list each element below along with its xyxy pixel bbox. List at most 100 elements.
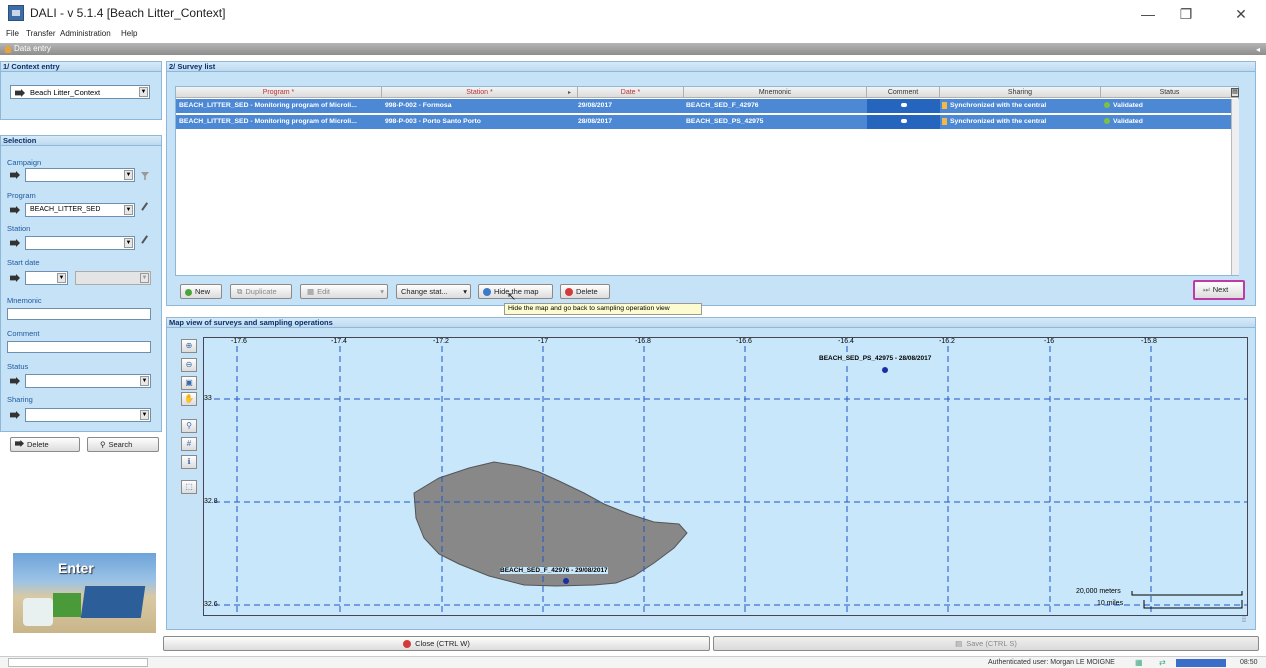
delete-button[interactable]: Delete [560,284,610,299]
progress-area [8,658,148,667]
grid-icon[interactable]: # [181,437,197,451]
sort-icon[interactable]: ▸ [568,89,571,96]
map-header: Map view of surveys and sampling operati… [167,318,1255,328]
survey-table[interactable]: Program * Station * Date * Mnemonic Comm… [175,86,1239,276]
maximize-button[interactable]: ❐ [1171,4,1201,24]
station-select[interactable]: ▼ [25,236,135,250]
mnemonic-input[interactable] [7,308,151,320]
data-entry-label: Data entry [14,44,51,53]
plug-icon [10,411,20,419]
row-comment[interactable] [867,99,940,113]
campaign-label: Campaign [7,158,42,167]
start-date-field[interactable]: ▼ [75,271,151,285]
chevron-down-icon[interactable]: ▼ [57,273,66,283]
collapse-icon[interactable]: ◂ [1256,45,1260,54]
chevron-down-icon[interactable]: ▼ [124,238,133,248]
wand-icon[interactable] [141,235,154,248]
chevron-down-icon[interactable]: ▾ [380,285,384,298]
column-header-program[interactable]: Program * [176,87,382,98]
enter-image[interactable]: Enter [13,553,156,633]
sync-icon [942,117,947,125]
minimize-button[interactable]: — [1133,4,1163,24]
zoom-out-icon[interactable]: ⊖ [181,358,197,372]
chevron-down-icon[interactable]: ▼ [124,205,133,215]
sharing-select[interactable]: ▼ [25,408,151,422]
duplicate-icon: ⧉ [237,287,243,296]
duplicate-label: Duplicate [245,287,277,296]
row-sharing-text: Synchronized with the central [950,102,1047,109]
save-icon: ▤ [955,639,963,648]
table-row[interactable]: BEACH_LITTER_SED - Monitoring program of… [176,99,1239,113]
scale-bar-miles [1143,600,1243,609]
duplicate-button[interactable]: ⧉ Duplicate [230,284,292,299]
selection-panel: Selection Campaign ▼ Program BEACH_LITTE… [0,135,162,432]
selection-delete-button[interactable]: Delete [10,437,80,452]
column-header-station[interactable]: Station * [382,87,578,98]
enter-label: Enter [58,560,94,576]
comment-icon[interactable] [900,103,907,107]
context-value: Beach Litter_Context [30,88,101,97]
map-canvas[interactable]: -17.6 -17.4 -17.2 -17 -16.8 -16.6 -16.4 … [203,337,1248,616]
pan-icon[interactable]: ✋ [181,392,197,406]
chevron-down-icon[interactable]: ▾ [463,285,467,298]
comment-input[interactable] [7,341,151,353]
column-header-sharing[interactable]: Sharing [940,87,1101,98]
plug-icon [10,206,20,214]
search-button[interactable]: ⚲ Search [87,437,159,452]
column-header-status[interactable]: Status [1101,87,1239,98]
column-header-mnemonic[interactable]: Mnemonic [684,87,867,98]
menu-help[interactable]: Help [121,29,137,38]
chevron-down-icon[interactable]: ▼ [124,170,133,180]
chevron-down-icon[interactable]: ▼ [139,87,148,97]
select-icon[interactable]: ⬚ [181,480,197,494]
row-comment[interactable] [867,115,940,129]
save-button[interactable]: ▤ Save (CTRL S) [713,636,1259,651]
close-window-button[interactable]: ✕ [1226,4,1256,24]
zoom-layer-icon[interactable]: ⚲ [181,419,197,433]
memory-bar [1176,659,1226,667]
info-icon[interactable]: ℹ [181,455,197,469]
survey-marker[interactable] [563,578,569,584]
wand-icon[interactable] [141,202,154,215]
menu-file[interactable]: File [6,29,19,38]
status-select[interactable]: ▼ [25,374,151,388]
program-select[interactable]: BEACH_LITTER_SED ▼ [25,203,135,217]
resize-handle-icon[interactable]: ⁞⁞ [1242,617,1246,624]
row-station: 998-P-002 - Formosa [385,102,452,109]
row-date: 28/08/2017 [578,118,613,125]
comment-icon[interactable] [900,119,907,123]
row-mnemonic: BEACH_SED_PS_42975 [686,118,764,125]
row-station: 998-P-003 - Porto Santo Porto [385,118,481,125]
zoom-in-icon[interactable]: ⊕ [181,339,197,353]
chevron-down-icon[interactable]: ▼ [140,376,149,386]
table-row[interactable]: BEACH_LITTER_SED - Monitoring program of… [176,115,1239,129]
plug-icon [10,239,20,247]
authenticated-user: Authenticated user: Morgan LE MOIGNE [988,659,1115,666]
menu-administration[interactable]: Administration [60,29,111,38]
filter-icon[interactable] [141,172,149,180]
campaign-select[interactable]: ▼ [25,168,135,182]
menu-transfer[interactable]: Transfer [26,29,56,38]
column-chooser-icon[interactable]: ▤ [1231,88,1239,97]
chevron-down-icon[interactable]: ▼ [140,410,149,420]
close-label: Close (CTRL W) [415,639,470,648]
next-button[interactable]: ⏭ Next [1193,280,1245,300]
map-svg[interactable] [204,338,1247,615]
table-scrollbar[interactable] [1231,99,1239,275]
lon-label: -16 [1044,338,1055,345]
column-header-date[interactable]: Date * [578,87,684,98]
chevron-down-icon[interactable]: ▼ [140,273,149,283]
lat-label: 33 [204,395,212,402]
column-header-comment[interactable]: Comment [867,87,940,98]
scale-miles-label: 10 miles [1097,600,1124,607]
new-button[interactable]: New [180,284,222,299]
zoom-extent-icon[interactable]: ▣ [181,376,197,390]
change-status-button[interactable]: Change stat... ▾ [396,284,471,299]
new-label: New [195,287,211,296]
survey-marker[interactable] [882,367,888,373]
edit-button[interactable]: ▦ Edit ▾ [300,284,388,299]
date-operator-select[interactable]: ▼ [25,271,68,285]
close-button[interactable]: Close (CTRL W) [163,636,710,651]
scale-bar-meters [1131,591,1243,596]
context-select[interactable]: Beach Litter_Context ▼ [10,85,150,99]
